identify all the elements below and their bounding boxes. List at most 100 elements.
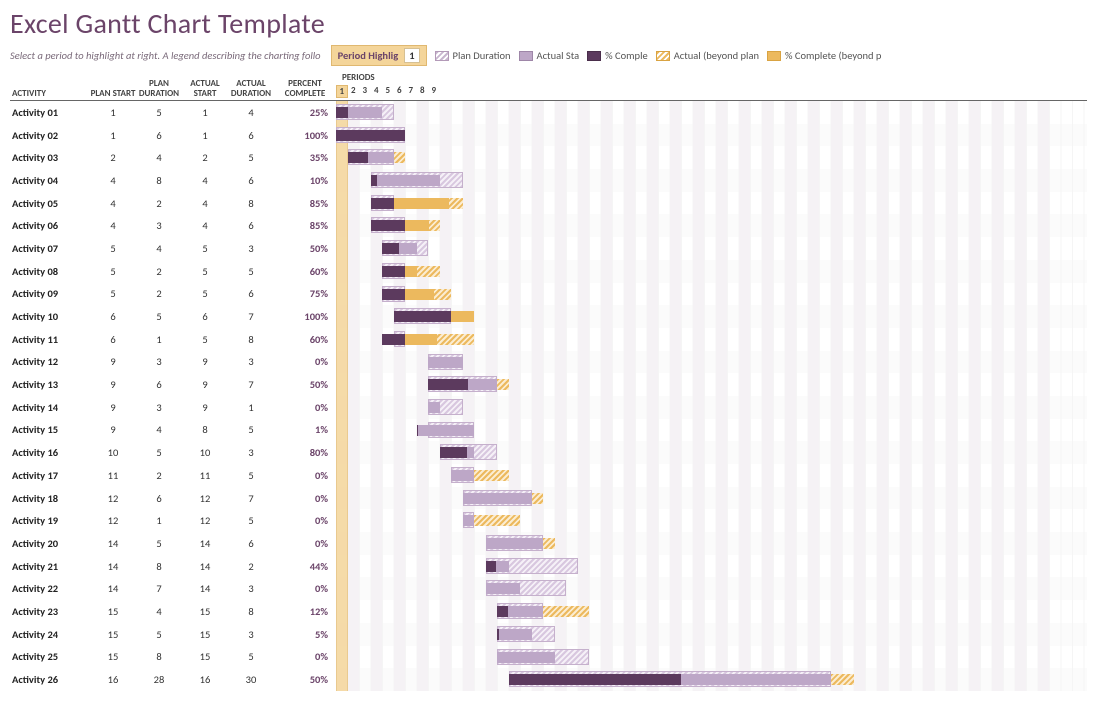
plan-start: 2 [90, 146, 136, 169]
timeline [336, 555, 1087, 578]
complete-bar [417, 425, 418, 436]
complete-bar [382, 289, 405, 300]
plan-duration-swatch [435, 51, 449, 61]
highlight-column [336, 464, 348, 487]
plan-duration: 3 [136, 396, 182, 419]
actual-start: 10 [182, 441, 228, 464]
actual-duration: 5 [228, 419, 274, 442]
actual-start: 5 [182, 260, 228, 283]
period-highlight-value[interactable]: 1 [404, 48, 419, 63]
plan-start: 14 [90, 577, 136, 600]
complete-bar [382, 243, 399, 254]
actual-duration: 5 [228, 260, 274, 283]
actual-duration: 1 [228, 396, 274, 419]
activity-name: Activity 09 [10, 283, 90, 306]
plan-duration: 5 [136, 101, 182, 124]
actual-start: 4 [182, 169, 228, 192]
gantt-row: Activity 241551535% [10, 623, 1087, 646]
complete-bar [509, 674, 682, 685]
plan-duration: 4 [136, 237, 182, 260]
percent-complete: 5% [274, 623, 336, 646]
plan-start: 4 [90, 214, 136, 237]
period-tick: 7 [405, 85, 417, 98]
actual-start: 9 [182, 396, 228, 419]
timeline [336, 668, 1087, 691]
actual-bar [486, 583, 521, 594]
highlight-column [336, 577, 348, 600]
actual-start: 5 [182, 283, 228, 306]
plan-start: 12 [90, 487, 136, 510]
plan-duration: 28 [136, 668, 182, 691]
highlight-column [336, 532, 348, 555]
actual-bar [428, 402, 440, 413]
plan-duration: 4 [136, 600, 182, 623]
period-highlight-chip[interactable]: Period Highlig 1 [331, 45, 427, 66]
plan-start: 14 [90, 555, 136, 578]
activity-name: Activity 22 [10, 577, 90, 600]
gantt-row: Activity 191211250% [10, 509, 1087, 532]
plan-duration: 2 [136, 260, 182, 283]
header-actual-start: ACTUAL START [182, 79, 228, 98]
actual-beyond-swatch [656, 51, 670, 61]
period-ticks: 123456789 [336, 85, 1087, 98]
legend-pct-complete: % Comple [587, 49, 648, 62]
actual-duration: 5 [228, 146, 274, 169]
actual-start: 15 [182, 600, 228, 623]
actual-duration: 30 [228, 668, 274, 691]
highlight-column [336, 328, 348, 351]
activity-name: Activity 23 [10, 600, 90, 623]
actual-beyond-bar [474, 470, 509, 481]
plan-start: 9 [90, 351, 136, 374]
actual-duration: 5 [228, 464, 274, 487]
actual-bar [486, 538, 544, 549]
gantt-row: Activity 1293930% [10, 351, 1087, 374]
timeline [336, 532, 1087, 555]
percent-complete: 12% [274, 600, 336, 623]
percent-complete: 10% [274, 169, 336, 192]
activity-name: Activity 13 [10, 373, 90, 396]
gantt-row: Activity 03242535% [10, 146, 1087, 169]
gantt-row: Activity 06434685% [10, 214, 1087, 237]
header-plan-start: PLAN START [90, 89, 136, 98]
actual-bar [451, 470, 474, 481]
plan-start: 9 [90, 373, 136, 396]
plan-start: 9 [90, 396, 136, 419]
actual-duration: 7 [228, 373, 274, 396]
activity-name: Activity 25 [10, 646, 90, 669]
actual-duration: 8 [228, 600, 274, 623]
actual-start: 14 [182, 532, 228, 555]
complete-bar [486, 561, 496, 572]
actual-start: 6 [182, 305, 228, 328]
plan-start: 5 [90, 237, 136, 260]
timeline [336, 396, 1087, 419]
plan-duration: 2 [136, 283, 182, 306]
actual-start: 8 [182, 419, 228, 442]
plan-start: 15 [90, 623, 136, 646]
percent-complete: 0% [274, 532, 336, 555]
plan-start: 1 [90, 124, 136, 147]
actual-duration: 7 [228, 305, 274, 328]
activity-name: Activity 02 [10, 124, 90, 147]
gantt-row: Activity 1493910% [10, 396, 1087, 419]
plan-start: 4 [90, 192, 136, 215]
complete-bar [382, 334, 405, 345]
actual-bar [428, 357, 463, 368]
activity-name: Activity 18 [10, 487, 90, 510]
gantt-row: Activity 201451460% [10, 532, 1087, 555]
gantt-row: Activity 181261270% [10, 487, 1087, 510]
actual-bar [463, 515, 475, 526]
complete-bar [497, 629, 499, 640]
percent-complete: 85% [274, 192, 336, 215]
plan-duration: 1 [136, 509, 182, 532]
activity-name: Activity 26 [10, 668, 90, 691]
actual-start: 15 [182, 646, 228, 669]
highlight-column [336, 214, 348, 237]
activity-name: Activity 01 [10, 101, 90, 124]
gantt-row: Activity 106567100% [10, 305, 1087, 328]
plan-duration: 4 [136, 146, 182, 169]
actual-duration: 7 [228, 487, 274, 510]
actual-start: 4 [182, 192, 228, 215]
actual-duration: 3 [228, 623, 274, 646]
timeline [336, 192, 1087, 215]
actual-beyond-bar [474, 515, 520, 526]
